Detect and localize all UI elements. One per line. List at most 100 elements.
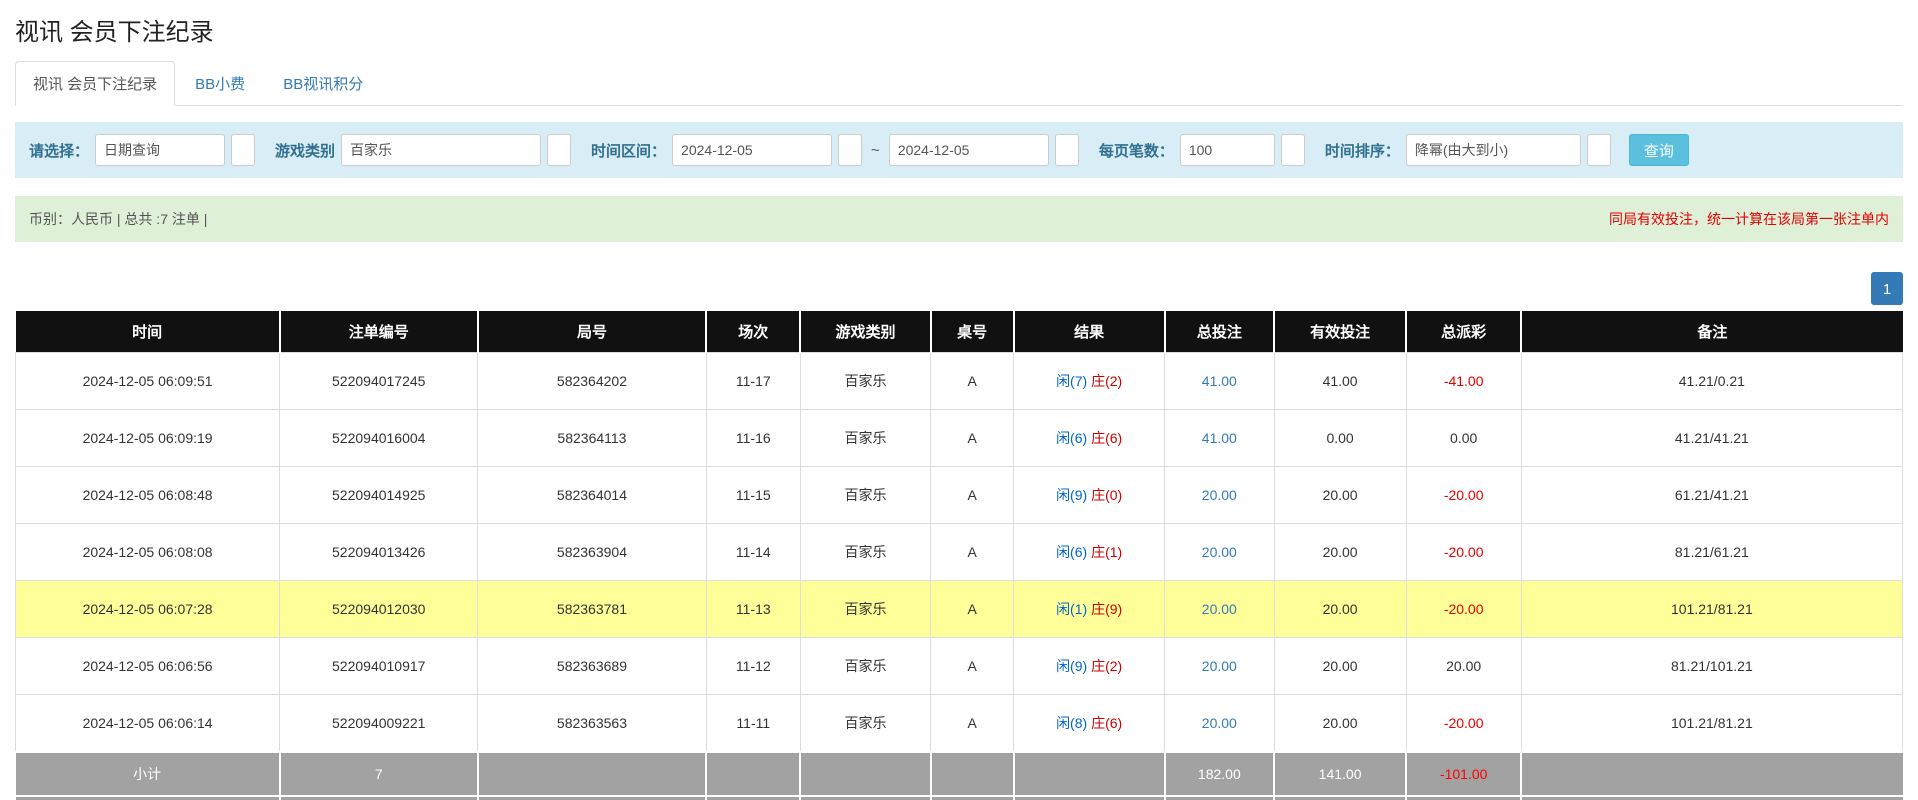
per-page-dropdown-button[interactable] — [1281, 134, 1305, 166]
result-banker: 庄(0) — [1091, 487, 1122, 503]
total-bet-link[interactable]: 20.00 — [1202, 544, 1237, 560]
tab-bb-tips[interactable]: BB小费 — [177, 61, 263, 106]
result-banker: 庄(9) — [1091, 601, 1122, 617]
pagination-top: 1 — [15, 272, 1903, 305]
result-banker: 庄(2) — [1091, 658, 1122, 674]
cell-bet-id: 522094016004 — [280, 410, 478, 467]
cell-table-no: A — [931, 581, 1014, 638]
table-row: 2024-12-05 06:06:14522094009221582363563… — [16, 695, 1903, 753]
cell-valid-bet: 41.00 — [1274, 353, 1406, 410]
query-type-dropdown-button[interactable] — [231, 134, 255, 166]
cell-round-id: 582364014 — [478, 467, 706, 524]
cell-game-type: 百家乐 — [800, 638, 930, 695]
cell-empty — [931, 752, 1014, 796]
total-total-bet: 182.00 — [1165, 796, 1274, 800]
result-player: 闲(9) — [1056, 487, 1087, 503]
cell-table-no: A — [931, 467, 1014, 524]
cell-round-id: 582363781 — [478, 581, 706, 638]
cell-session: 11-11 — [706, 695, 800, 753]
result-player: 闲(9) — [1056, 658, 1087, 674]
total-count: 7 — [280, 796, 478, 800]
cell-note: 81.21/61.21 — [1521, 524, 1902, 581]
search-button[interactable]: 查询 — [1629, 134, 1689, 166]
date-to-picker-button[interactable] — [1055, 134, 1079, 166]
query-type-input[interactable] — [95, 134, 225, 166]
game-type-input[interactable] — [341, 134, 541, 166]
cell-payout: -20.00 — [1406, 581, 1521, 638]
cell-empty — [478, 752, 706, 796]
cell-table-no: A — [931, 353, 1014, 410]
page: 视讯 会员下注纪录 视讯 会员下注纪录 BB小费 BB视讯积分 请选择： 游戏类… — [0, 0, 1918, 800]
betting-records-table: 时间 注单编号 局号 场次 游戏类别 桌号 结果 总投注 有效投注 总派彩 备注… — [15, 311, 1903, 800]
cell-round-id: 582364202 — [478, 353, 706, 410]
header-payout: 总派彩 — [1406, 311, 1521, 353]
total-row: 总计 7 182.00 141.00 -101.00 — [16, 796, 1903, 800]
table-row: 2024-12-05 06:08:48522094014925582364014… — [16, 467, 1903, 524]
cell-bet-id: 522094014925 — [280, 467, 478, 524]
date-from-input[interactable] — [672, 134, 832, 166]
cell-empty — [931, 796, 1014, 800]
total-bet-link[interactable]: 20.00 — [1202, 487, 1237, 503]
cell-empty — [1521, 752, 1902, 796]
result-banker: 庄(1) — [1091, 544, 1122, 560]
cell-session: 11-16 — [706, 410, 800, 467]
cell-empty — [478, 796, 706, 800]
tab-betting-records[interactable]: 视讯 会员下注纪录 — [15, 61, 175, 106]
date-to-input[interactable] — [889, 134, 1049, 166]
cell-empty — [706, 796, 800, 800]
cell-note: 41.21/41.21 — [1521, 410, 1902, 467]
table-row: 2024-12-05 06:09:51522094017245582364202… — [16, 353, 1903, 410]
date-range-separator: ~ — [868, 142, 883, 159]
cell-total-bet: 20.00 — [1165, 524, 1274, 581]
page-title: 视讯 会员下注纪录 — [15, 8, 1903, 47]
cell-total-bet: 20.00 — [1165, 695, 1274, 753]
cell-valid-bet: 0.00 — [1274, 410, 1406, 467]
tab-bb-video-points[interactable]: BB视讯积分 — [265, 61, 381, 106]
game-type-dropdown-button[interactable] — [547, 134, 571, 166]
cell-bet-id: 522094017245 — [280, 353, 478, 410]
cell-bet-id: 522094013426 — [280, 524, 478, 581]
total-bet-link[interactable]: 41.00 — [1202, 430, 1237, 446]
cell-game-type: 百家乐 — [800, 410, 930, 467]
total-bet-link[interactable]: 20.00 — [1202, 658, 1237, 674]
cell-session: 11-12 — [706, 638, 800, 695]
cell-bet-id: 522094012030 — [280, 581, 478, 638]
header-valid-bet: 有效投注 — [1274, 311, 1406, 353]
time-sort-input[interactable] — [1406, 134, 1581, 166]
total-bet-link[interactable]: 41.00 — [1202, 373, 1237, 389]
time-sort-dropdown-button[interactable] — [1587, 134, 1611, 166]
cell-round-id: 582364113 — [478, 410, 706, 467]
cell-result: 闲(6) 庄(1) — [1014, 524, 1165, 581]
result-player: 闲(6) — [1056, 430, 1087, 446]
cell-session: 11-15 — [706, 467, 800, 524]
subtotal-valid-bet: 141.00 — [1274, 752, 1406, 796]
cell-valid-bet: 20.00 — [1274, 467, 1406, 524]
cell-payout: 0.00 — [1406, 410, 1521, 467]
cell-valid-bet: 20.00 — [1274, 638, 1406, 695]
cell-result: 闲(1) 庄(9) — [1014, 581, 1165, 638]
total-bet-link[interactable]: 20.00 — [1202, 601, 1237, 617]
total-bet-link[interactable]: 20.00 — [1202, 715, 1237, 731]
cell-time: 2024-12-05 06:07:28 — [16, 581, 280, 638]
cell-time: 2024-12-05 06:08:08 — [16, 524, 280, 581]
header-time: 时间 — [16, 311, 280, 353]
cell-round-id: 582363563 — [478, 695, 706, 753]
header-session: 场次 — [706, 311, 800, 353]
per-page-input[interactable] — [1180, 134, 1275, 166]
cell-game-type: 百家乐 — [800, 581, 930, 638]
cell-time: 2024-12-05 06:09:51 — [16, 353, 280, 410]
filter-bar: 请选择： 游戏类别 时间区间： ~ 每页笔数： 时间排序： 查询 — [15, 122, 1903, 178]
table-body: 2024-12-05 06:09:51522094017245582364202… — [16, 353, 1903, 753]
total-valid-bet: 141.00 — [1274, 796, 1406, 800]
cell-valid-bet: 20.00 — [1274, 695, 1406, 753]
date-from-picker-button[interactable] — [838, 134, 862, 166]
cell-empty — [706, 752, 800, 796]
result-player: 闲(6) — [1056, 544, 1087, 560]
result-banker: 庄(6) — [1091, 430, 1122, 446]
table-header: 时间 注单编号 局号 场次 游戏类别 桌号 结果 总投注 有效投注 总派彩 备注 — [16, 311, 1903, 353]
cell-empty — [1521, 796, 1902, 800]
table-row: 2024-12-05 06:09:19522094016004582364113… — [16, 410, 1903, 467]
page-1-button[interactable]: 1 — [1871, 272, 1903, 305]
header-table-no: 桌号 — [931, 311, 1014, 353]
subtotal-payout: -101.00 — [1406, 752, 1521, 796]
